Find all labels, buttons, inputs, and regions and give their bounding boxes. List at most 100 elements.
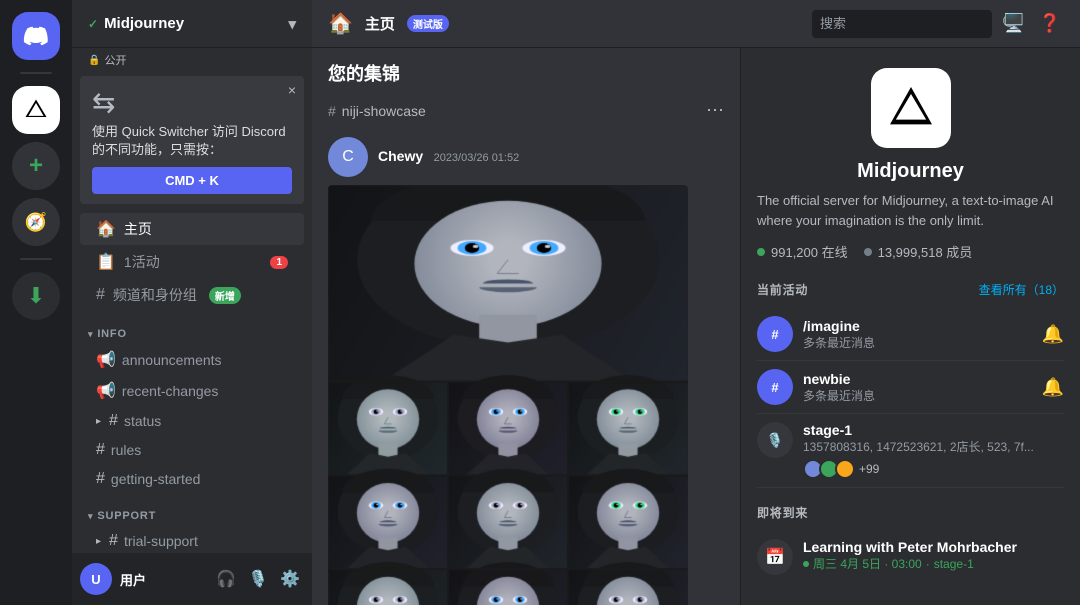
server-subtitle: 🔒 公开 — [72, 48, 312, 68]
right-panel: Midjourney The official server for Midjo… — [740, 48, 1080, 605]
server-header[interactable]: ✓ Midjourney ▾ — [72, 0, 312, 48]
stage-icon: 🎙️ — [757, 422, 793, 458]
channel-display-name: niji-showcase — [342, 103, 426, 119]
server-public-label: 公开 — [104, 52, 126, 68]
stage-avatars — [803, 459, 855, 479]
channel-name-announcements: announcements — [122, 352, 222, 368]
mic-button[interactable]: 🎙️ — [244, 565, 272, 593]
section-arrow-icon: ▾ — [88, 329, 93, 340]
current-activity-section: 当前活动 查看所有（18） — [757, 281, 1064, 298]
activity-imagine: # /imagine 多条最近消息 🔔 — [757, 308, 1064, 361]
upcoming-dot-sep: · — [926, 557, 930, 571]
hash-icon-status: # — [109, 412, 118, 430]
nav-channels-label: 频道和身份组 — [113, 285, 197, 305]
server-header-left: ✓ Midjourney — [88, 15, 184, 32]
upcoming-info: Learning with Peter Mohrbacher 周三 4月 5日 … — [803, 539, 1064, 575]
nav-channels[interactable]: # 频道和身份组 新增 — [80, 279, 304, 311]
channel-arrow-icon: ▸ — [96, 416, 101, 427]
settings-button[interactable]: ⚙️ — [276, 565, 304, 593]
nav-activity[interactable]: 📋 1活动 1 — [80, 246, 304, 278]
main-header-right: 🔍 🖥️ ❓ — [812, 10, 1064, 38]
monitor-button[interactable]: 🖥️ — [1000, 10, 1028, 38]
content-area: 您的集锦 # niji-showcase ⋯ C Chewy 2023/03/2… — [312, 48, 1080, 605]
search-input[interactable] — [820, 16, 996, 31]
message-author: Chewy — [378, 148, 423, 164]
chevron-down-icon: ▾ — [288, 15, 296, 33]
rail-divider-2 — [20, 258, 52, 260]
channel-name-getting-started: getting-started — [111, 471, 201, 487]
left-content: 您的集锦 # niji-showcase ⋯ C Chewy 2023/03/2… — [312, 48, 740, 605]
stage-plus-count: +99 — [859, 462, 879, 476]
user-avatar: U — [80, 563, 112, 595]
stage-item: 🎙️ stage-1 1357808316, 1472523621, 2店长, … — [757, 414, 1064, 488]
stage-members-text: 1357808316, 1472523621, 2店长, 523, 7f... — [803, 438, 1034, 455]
activity-newbie-icon: # — [757, 369, 793, 405]
rail-download[interactable]: ⬇ — [12, 272, 60, 320]
server-sidebar: ✓ Midjourney ▾ 🔒 公开 × ⇆ 使用 Quick Switche… — [72, 0, 312, 605]
server-logo — [871, 68, 951, 148]
upcoming-label: 即将到来 — [757, 504, 808, 521]
rail-explore[interactable]: 🧭 — [12, 198, 60, 246]
breadcrumb-title: 您的集锦 — [328, 60, 400, 86]
main-tab-label: 主页 — [365, 13, 395, 34]
rail-divider — [20, 72, 52, 74]
channel-status[interactable]: ▸ # status — [80, 407, 304, 435]
hash-icon-rules: # — [96, 441, 105, 459]
qs-close-button[interactable]: × — [288, 82, 296, 98]
rail-midjourney[interactable] — [12, 86, 60, 134]
upcoming-meta: 周三 4月 5日 · 03:00 · stage-1 — [803, 555, 1064, 572]
upcoming-icon: 📅 — [757, 539, 793, 575]
activity-imagine-join[interactable]: 🔔 — [1042, 324, 1064, 345]
search-bar[interactable]: 🔍 — [812, 10, 992, 38]
user-area: U 用户 🎧 🎙️ ⚙️ — [72, 553, 312, 605]
rail-add-server[interactable]: + — [12, 142, 60, 190]
section-support[interactable]: ▾ SUPPORT — [72, 494, 312, 526]
user-info: 用户 — [120, 570, 204, 589]
channel-bar: # niji-showcase ⋯ — [312, 94, 740, 121]
message-area: C Chewy 2023/03/26 01:52 — [312, 121, 740, 605]
see-all-button[interactable]: 查看所有（18） — [979, 281, 1064, 298]
megaphone-icon: 📢 — [96, 350, 116, 370]
channel-recent-changes[interactable]: 📢 recent-changes — [80, 376, 304, 406]
help-button[interactable]: ❓ — [1036, 10, 1064, 38]
activity-imagine-icon: # — [757, 316, 793, 352]
qs-arrows-icon: ⇆ — [92, 86, 292, 119]
activity-newbie-info: newbie 多条最近消息 — [803, 371, 1032, 404]
message-meta: Chewy 2023/03/26 01:52 — [378, 148, 519, 166]
message-author-avatar: C — [328, 137, 368, 177]
qs-shortcut-button[interactable]: CMD + K — [92, 167, 292, 194]
stage-info: stage-1 1357808316, 1472523621, 2店长, 523… — [803, 422, 1064, 479]
nav-home[interactable]: 🏠 主页 — [80, 213, 304, 245]
activity-imagine-sub: 多条最近消息 — [803, 334, 1032, 351]
activity-icon: 📋 — [96, 252, 116, 272]
channel-trial-support[interactable]: ▸ # trial-support — [80, 527, 304, 553]
activity-badge: 1 — [270, 256, 288, 269]
online-count: 991,200 在线 — [771, 242, 848, 261]
stat-members: 13,999,518 成员 — [864, 242, 973, 261]
main-header: 🏠 主页 测试版 🔍 🖥️ ❓ — [312, 0, 1080, 48]
channel-rules[interactable]: # rules — [80, 436, 304, 464]
upcoming-event-name: Learning with Peter Mohrbacher — [803, 539, 1064, 555]
hash-icon-trial: # — [109, 532, 118, 550]
user-actions: 🎧 🎙️ ⚙️ — [212, 565, 304, 593]
breadcrumb-bar: 您的集锦 — [312, 48, 740, 94]
channel-getting-started[interactable]: # getting-started — [80, 465, 304, 493]
section-info-label: INFO — [97, 328, 126, 340]
section-info[interactable]: ▾ INFO — [72, 312, 312, 344]
rail-discord-home[interactable] — [12, 12, 60, 60]
main-home-icon: 🏠 — [328, 11, 353, 36]
channel-announcements[interactable]: 📢 announcements — [80, 345, 304, 375]
quick-switcher-popup: × ⇆ 使用 Quick Switcher 访问 Discord 的不同功能，只… — [80, 76, 304, 204]
upcoming-item: 📅 Learning with Peter Mohrbacher 周三 4月 5… — [757, 531, 1064, 583]
megaphone-icon-2: 📢 — [96, 381, 116, 401]
activity-imagine-name: /imagine — [803, 318, 1032, 334]
activity-imagine-info: /imagine 多条最近消息 — [803, 318, 1032, 351]
channel-name-display: # niji-showcase — [328, 103, 426, 119]
home-icon: 🏠 — [96, 219, 116, 239]
channel-more-button[interactable]: ⋯ — [706, 100, 724, 121]
headphone-button[interactable]: 🎧 — [212, 565, 240, 593]
activity-newbie-join[interactable]: 🔔 — [1042, 377, 1064, 398]
channel-name-status: status — [124, 413, 161, 429]
members-dot — [864, 248, 872, 256]
activity-newbie: # newbie 多条最近消息 🔔 — [757, 361, 1064, 414]
